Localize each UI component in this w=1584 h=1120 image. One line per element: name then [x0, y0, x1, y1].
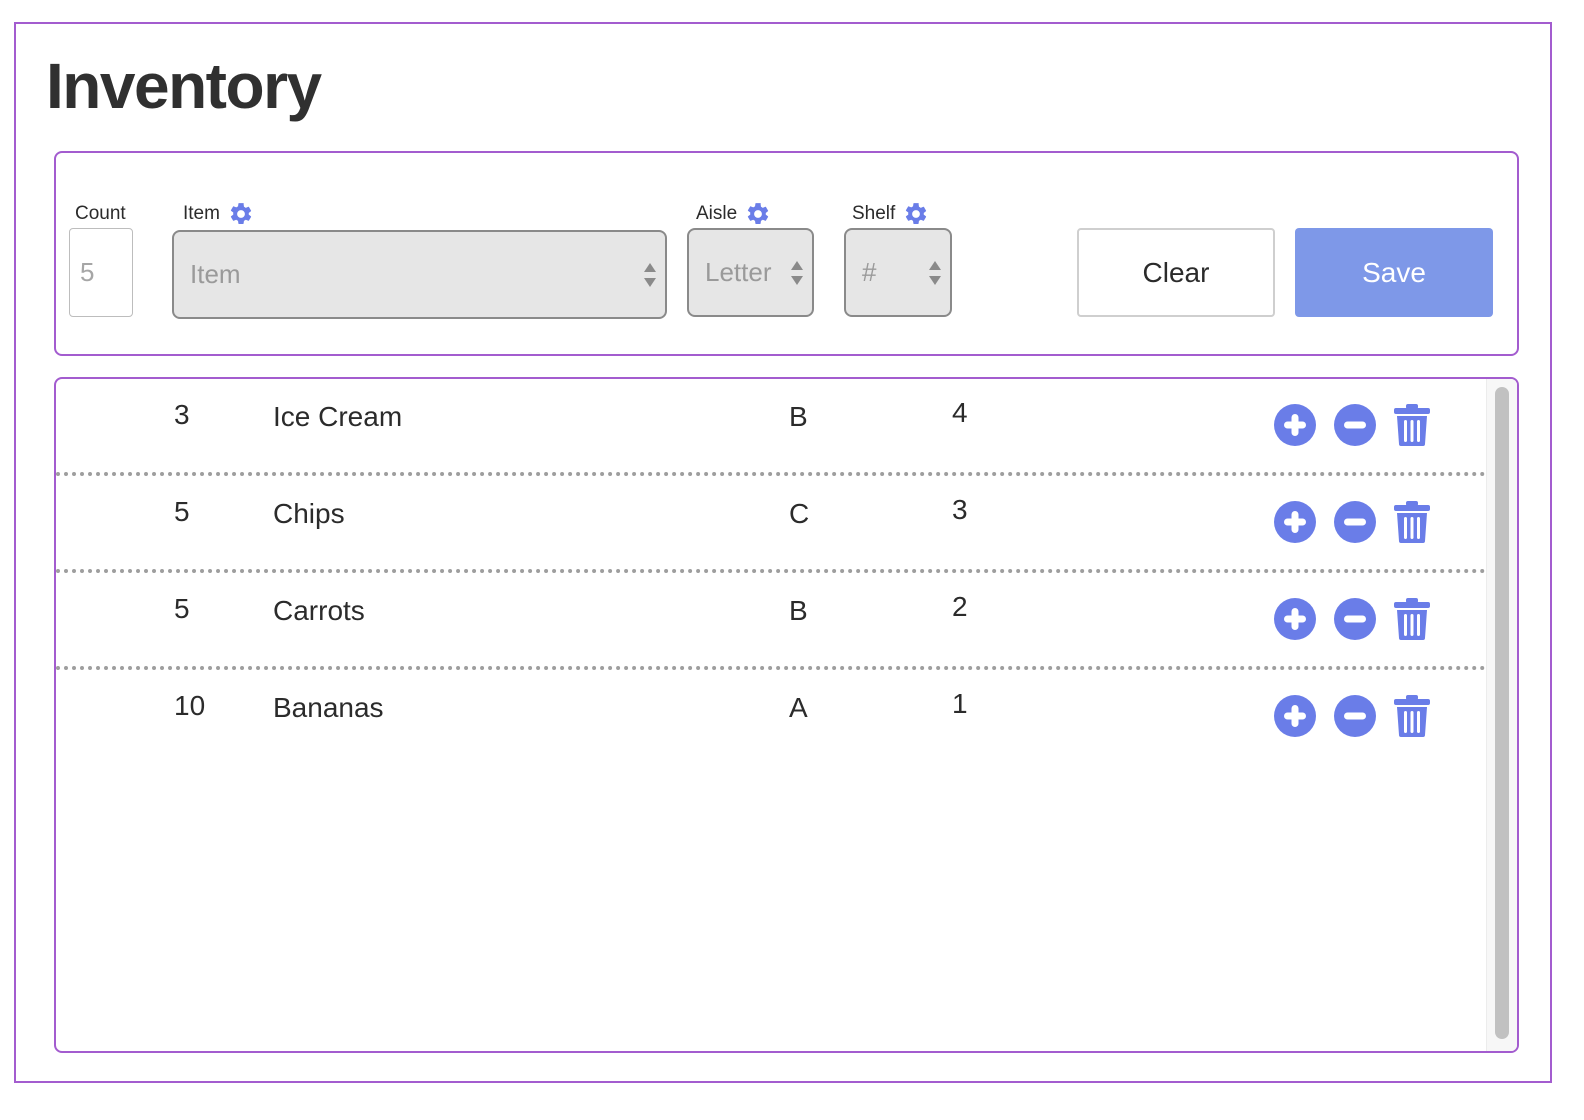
count-input[interactable] [69, 228, 133, 317]
minus-circle-icon[interactable] [1333, 500, 1377, 544]
shelf-label: Shelf [852, 201, 929, 227]
shelf-select-spinner-icon [929, 260, 941, 285]
aisle-label-text: Aisle [696, 203, 738, 224]
item-label: Item [183, 201, 254, 227]
row-count: 3 [174, 399, 190, 430]
plus-circle-icon[interactable] [1273, 403, 1317, 447]
save-button[interactable]: Save [1295, 228, 1493, 317]
plus-circle-icon[interactable] [1273, 694, 1317, 738]
inventory-list: 3 Ice Cream B 4 5 Chips C 3 5 Carrots B 2 10 Bananas A… [54, 377, 1519, 1053]
trash-icon[interactable] [1393, 597, 1431, 641]
scrollbar-thumb[interactable] [1495, 387, 1509, 1039]
aisle-label: Aisle [696, 201, 771, 227]
row-aisle: B [789, 401, 808, 432]
trash-icon[interactable] [1393, 694, 1431, 738]
table-row: 10 Bananas A 1 [56, 670, 1486, 767]
item-label-text: Item [183, 203, 220, 224]
page-title: Inventory [46, 50, 322, 122]
aisle-select-spinner-icon [791, 260, 803, 285]
trash-icon[interactable] [1393, 403, 1431, 447]
table-row: 5 Carrots B 2 [56, 573, 1486, 670]
table-row: 5 Chips C 3 [56, 476, 1486, 573]
row-aisle: A [789, 692, 808, 723]
shelf-select[interactable]: # [844, 228, 952, 317]
aisle-select-placeholder: Letter [705, 257, 772, 287]
shelf-select-placeholder: # [862, 257, 877, 287]
table-row: 3 Ice Cream B 4 [56, 379, 1486, 476]
row-item: Bananas [273, 692, 384, 723]
row-aisle: C [789, 498, 810, 529]
shelf-label-text: Shelf [852, 203, 896, 224]
row-count: 5 [174, 496, 190, 527]
row-aisle: B [789, 595, 808, 626]
minus-circle-icon[interactable] [1333, 694, 1377, 738]
row-shelf: 2 [952, 591, 968, 622]
item-select-spinner-icon [644, 262, 656, 287]
count-label-text: Count [75, 203, 126, 224]
count-label: Count [75, 203, 126, 225]
aisle-select[interactable]: Letter [687, 228, 814, 317]
row-shelf: 3 [952, 494, 968, 525]
item-select[interactable]: Item [172, 230, 667, 319]
plus-circle-icon[interactable] [1273, 500, 1317, 544]
clear-button[interactable]: Clear [1077, 228, 1275, 317]
row-item: Chips [273, 498, 345, 529]
row-count: 5 [174, 593, 190, 624]
minus-circle-icon[interactable] [1333, 403, 1377, 447]
trash-icon[interactable] [1393, 500, 1431, 544]
row-shelf: 1 [952, 688, 968, 719]
item-settings-gear-icon[interactable] [228, 201, 254, 227]
aisle-settings-gear-icon[interactable] [745, 201, 771, 227]
row-item: Ice Cream [273, 401, 403, 432]
row-count: 10 [174, 690, 206, 721]
plus-circle-icon[interactable] [1273, 597, 1317, 641]
scrollbar[interactable] [1486, 379, 1517, 1051]
row-item: Carrots [273, 595, 365, 626]
item-select-placeholder: Item [190, 259, 241, 289]
shelf-settings-gear-icon[interactable] [903, 201, 929, 227]
row-shelf: 4 [952, 397, 968, 428]
minus-circle-icon[interactable] [1333, 597, 1377, 641]
